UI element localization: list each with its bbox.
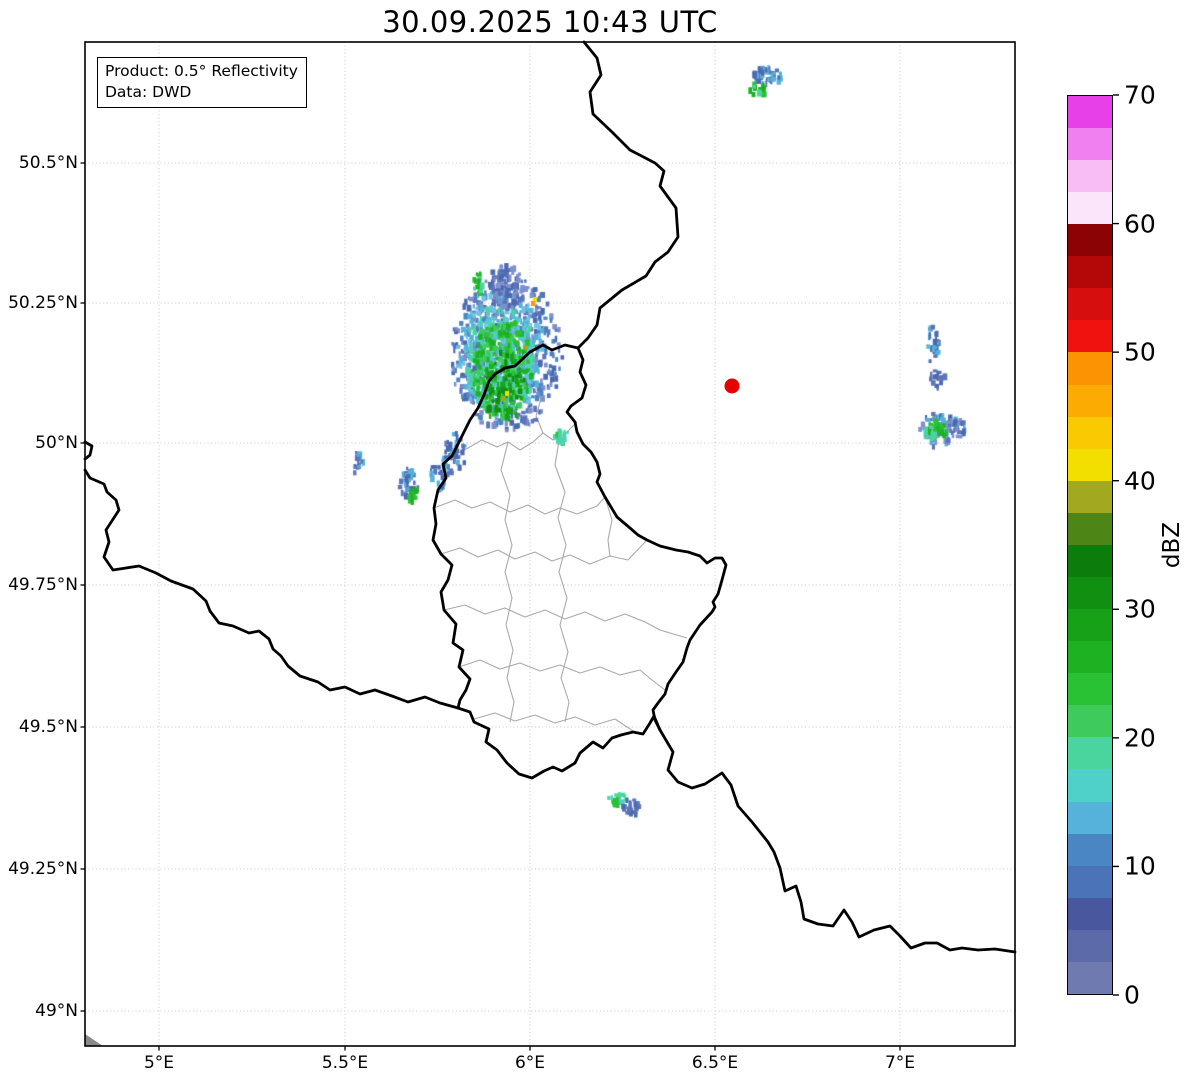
colorbar-band <box>1068 576 1112 610</box>
colorbar-band <box>1068 320 1112 353</box>
colorbar-band <box>1068 705 1112 738</box>
national-border <box>565 346 728 732</box>
radar-site-marker <box>724 378 740 394</box>
colorbar-axis-label: dBZ <box>1159 521 1185 569</box>
colorbar-band <box>1068 352 1112 385</box>
colorbar-band <box>1068 256 1112 289</box>
product-info-line1: Product: 0.5° Reflectivity <box>105 62 298 80</box>
colorbar-band <box>1068 929 1112 962</box>
colorbar-band <box>1068 609 1112 642</box>
national-border <box>576 40 680 350</box>
colorbar-band <box>1068 192 1112 225</box>
national-border <box>658 728 1017 954</box>
colorbar-band <box>1068 769 1112 802</box>
colorbar-band <box>1068 127 1112 160</box>
colorbar-band <box>1068 384 1112 417</box>
product-info-box: Product: 0.5° Reflectivity Data: DWD <box>97 57 307 108</box>
colorbar-band <box>1068 448 1112 481</box>
national-border <box>456 706 662 780</box>
colorbar-band <box>1068 897 1112 930</box>
colorbar-band <box>1068 737 1112 770</box>
national-border <box>83 440 94 461</box>
national-border <box>83 468 460 710</box>
colorbar-band <box>1068 512 1112 545</box>
colorbar-band <box>1068 480 1112 513</box>
colorbar-band <box>1068 641 1112 674</box>
colorbar-band <box>1068 673 1112 706</box>
radar-figure: 30.09.2025 10:43 UTC Product: 0.5° Refle… <box>0 0 1202 1081</box>
colorbar <box>1067 95 1113 995</box>
colorbar-band <box>1068 833 1112 866</box>
product-info-line2: Data: DWD <box>105 82 192 101</box>
map-overlay <box>80 40 1119 1051</box>
colorbar-band <box>1068 159 1112 193</box>
colorbar-band <box>1068 95 1112 128</box>
colorbar-band <box>1068 224 1112 257</box>
national-border <box>431 343 580 710</box>
colorbar-band <box>1068 801 1112 834</box>
map-frame <box>84 41 1016 1047</box>
colorbar-band <box>1068 544 1112 577</box>
colorbar-band <box>1068 416 1112 449</box>
colorbar-band <box>1068 865 1112 898</box>
colorbar-band <box>1068 961 1112 994</box>
colorbar-band <box>1068 288 1112 321</box>
